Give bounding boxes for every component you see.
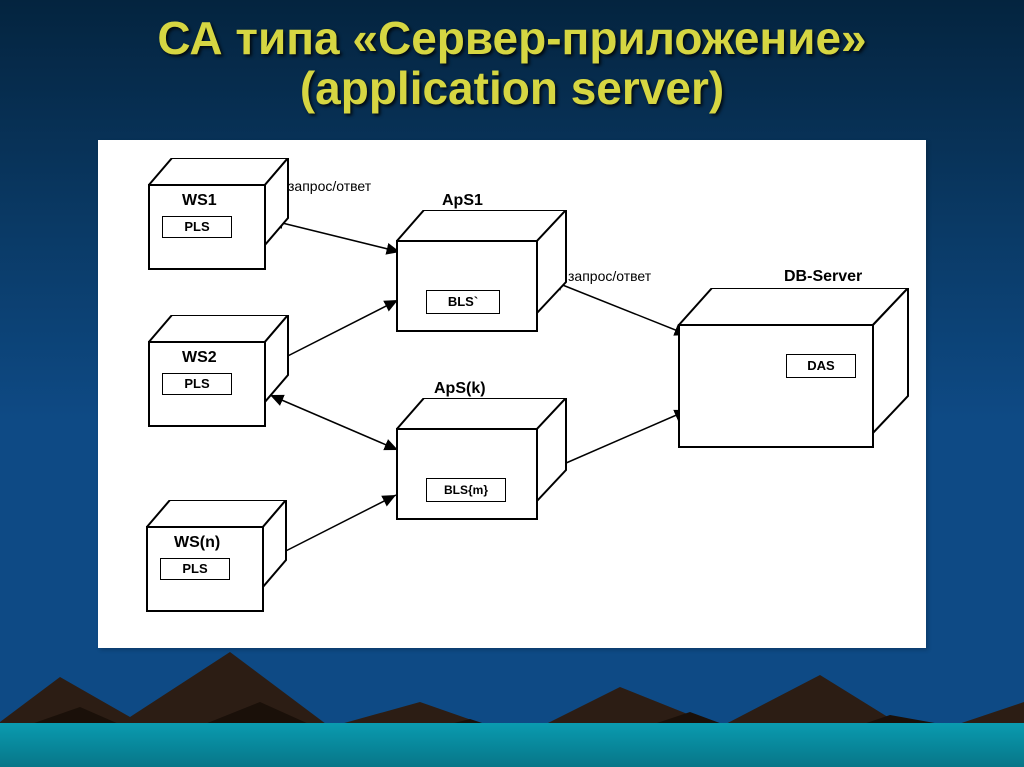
diagram-panel: запрос/ответ запрос/ответ WS1 PLS WS2 PL… bbox=[98, 140, 926, 648]
annotation-req-resp-1: запрос/ответ bbox=[288, 178, 371, 194]
node-wsn-box: PLS bbox=[160, 558, 230, 580]
node-wsn-label: WS(n) bbox=[174, 534, 220, 552]
node-db-label: DB-Server bbox=[784, 268, 862, 286]
node-aps1-box: BLS` bbox=[426, 290, 500, 314]
node-ws2-box: PLS bbox=[162, 373, 232, 395]
node-aps1-label: ApS1 bbox=[442, 192, 483, 210]
node-ws1: WS1 PLS bbox=[148, 158, 288, 270]
node-ws1-label: WS1 bbox=[182, 192, 217, 210]
node-db-box: DAS bbox=[786, 354, 856, 378]
node-apsk-box: BLS{m} bbox=[426, 478, 506, 502]
node-ws1-box: PLS bbox=[162, 216, 232, 238]
node-aps1: ApS1 BLS` bbox=[396, 192, 566, 332]
node-wsn: WS(n) PLS bbox=[146, 500, 286, 612]
node-apsk: ApS(k) BLS{m} bbox=[396, 380, 566, 520]
slide: СА типа «Сервер-приложение» (application… bbox=[0, 0, 1024, 767]
node-ws2-label: WS2 bbox=[182, 349, 217, 367]
node-apsk-label: ApS(k) bbox=[434, 380, 486, 398]
title-line-1: СА типа «Сервер-приложение» bbox=[157, 12, 866, 64]
slide-title: СА типа «Сервер-приложение» (application… bbox=[0, 14, 1024, 113]
annotation-req-resp-2: запрос/ответ bbox=[568, 268, 651, 284]
node-db: DB-Server DAS bbox=[678, 268, 908, 448]
node-ws2: WS2 PLS bbox=[148, 315, 288, 427]
title-line-2: (application server) bbox=[300, 62, 724, 114]
